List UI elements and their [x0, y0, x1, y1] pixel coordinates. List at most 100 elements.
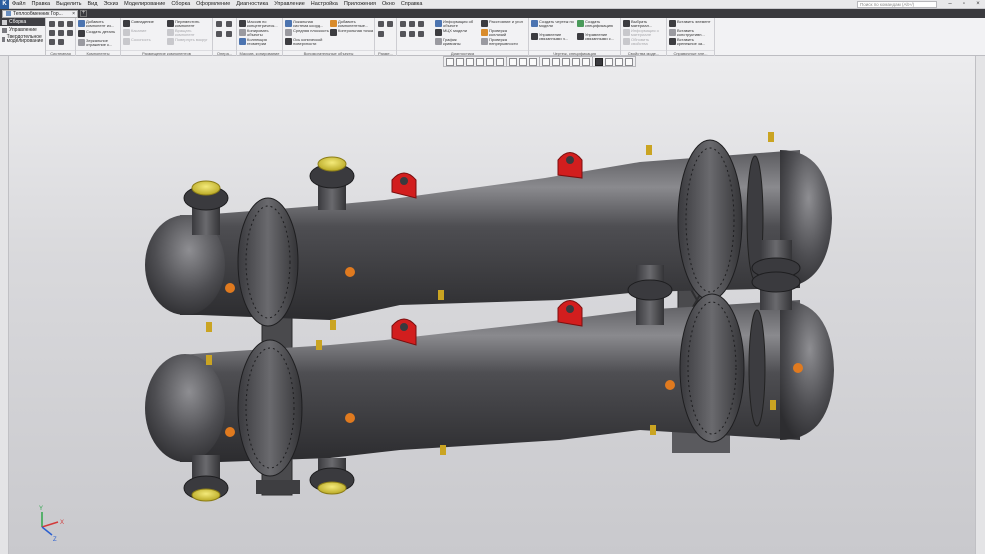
menu-apps[interactable]: Приложения [341, 0, 379, 9]
measure-icon[interactable] [418, 21, 424, 27]
new-icon[interactable] [49, 21, 55, 27]
menu-edit[interactable]: Правка [29, 0, 54, 9]
tangent-button[interactable]: Касание [123, 28, 146, 36]
button-label: Повернуть вокруг [175, 37, 208, 42]
ribbon-tab-manage[interactable]: Управление [0, 26, 45, 34]
menu-window[interactable]: Окно [379, 0, 398, 9]
ribbon-tab-list: Сборка Управление Твердотельное моделиро… [0, 18, 46, 56]
create-spec-button[interactable]: Создать спецификацию [577, 19, 621, 29]
button-label: График кривизны [443, 37, 461, 47]
left-dome[interactable] [145, 354, 225, 462]
button-label: Создать спецификацию [585, 19, 614, 29]
document-tab[interactable]: Теплообменник Гор... × [2, 9, 78, 18]
manage-linked-specs-button[interactable]: Управление связанными с... [577, 32, 621, 41]
continuity-check-button[interactable]: Проверка непрерывности [481, 37, 529, 46]
control-point-button[interactable]: Контрольная точка [330, 28, 374, 36]
menu-modeling[interactable]: Моделирование [121, 0, 168, 9]
cone-axis-button[interactable]: Ось конической поверхности [285, 37, 329, 46]
mass-properties-button[interactable]: МЦХ модели [435, 28, 467, 36]
hole-icon[interactable] [226, 21, 232, 27]
command-search-input[interactable]: Поиск по командам (Alt+/) [857, 1, 937, 8]
properties-icon[interactable] [49, 39, 55, 45]
print-icon[interactable] [67, 30, 73, 36]
create-drawing-button[interactable]: Создать чертеж по модели [531, 19, 575, 28]
measure-icon[interactable] [400, 31, 406, 37]
button-label: Контрольная точка [338, 28, 374, 33]
mirror-component-button[interactable]: Зеркальное отражение к... [78, 38, 120, 48]
menu-assembly[interactable]: Сборка [168, 0, 193, 9]
maximize-icon[interactable]: ▫ [957, 0, 971, 9]
menu-settings[interactable]: Настройка [308, 0, 341, 9]
fillet-icon[interactable] [216, 31, 222, 37]
add-component-button[interactable]: Добавить компонент из... [78, 19, 120, 28]
button-label: Средняя плоскость [293, 28, 329, 33]
minimize-icon[interactable]: – [943, 0, 957, 9]
linear-dimension-icon[interactable] [378, 21, 384, 27]
radial-dimension-icon[interactable] [378, 31, 384, 37]
ribbon-tab-solid[interactable]: Твердотельное моделирование [0, 34, 45, 44]
ribbon-tab-assembly[interactable]: Сборка [0, 18, 45, 26]
move-icon [167, 20, 174, 27]
button-label: Управление связанными ч... [539, 32, 569, 42]
coaxial-button[interactable]: Соосность [123, 37, 151, 45]
coincide-button[interactable]: Совпадение [123, 19, 154, 27]
redo-icon[interactable] [58, 30, 64, 36]
insert-fastener-button[interactable]: Вставить крепежное за... [669, 37, 711, 46]
open-icon[interactable] [58, 21, 64, 27]
tab-close-icon[interactable]: × [72, 11, 77, 17]
chamfer-icon[interactable] [226, 31, 232, 37]
insert-element-button[interactable]: Вставить элемент [669, 19, 711, 27]
update-properties-button[interactable]: Обновить свойства [623, 37, 665, 47]
measure-icon[interactable] [400, 21, 406, 27]
right-dome[interactable] [780, 300, 834, 440]
menu-file[interactable]: Файл [9, 0, 29, 9]
menu-diagnostics[interactable]: Диагностика [233, 0, 271, 9]
continuity-icon [481, 38, 488, 45]
layers-icon[interactable] [58, 39, 64, 45]
create-part-button[interactable]: Создать деталь [78, 29, 115, 37]
measure-icon[interactable] [418, 31, 424, 37]
insert-element-icon [669, 20, 676, 27]
menu-select[interactable]: Выделить [53, 0, 84, 9]
heat-exchanger-3d-model[interactable]: Y X Z [0, 56, 985, 554]
button-label: МЦХ модели [443, 28, 467, 33]
button-label: Расстояние и угол [489, 19, 523, 24]
left-flange[interactable] [237, 197, 299, 327]
button-label: Зеркальное отражение к... [86, 38, 113, 48]
add-component-icon [78, 20, 85, 27]
distance-angle-button[interactable]: Расстояние и угол [481, 19, 525, 27]
manage-linked-drawings-button[interactable]: Управление связанными ч... [531, 32, 575, 42]
undo-icon[interactable] [49, 30, 55, 36]
ribbon-tab-label: Твердотельное моделирование [6, 33, 44, 44]
curvature-graph-button[interactable]: График кривизны [435, 37, 475, 47]
measure-icon[interactable] [409, 21, 415, 27]
rotate-around-button[interactable]: Повернуть вокруг [167, 37, 211, 45]
left-flange[interactable] [237, 339, 303, 477]
right-flange[interactable] [677, 139, 743, 301]
menu-manage[interactable]: Управление [271, 0, 308, 9]
angular-dimension-icon[interactable] [387, 21, 393, 27]
menu-view[interactable]: Вид [85, 0, 101, 9]
save-icon[interactable] [67, 21, 73, 27]
menu-sketch[interactable]: Эскиз [100, 0, 121, 9]
mid-plane-button[interactable]: Средняя плоскость [285, 28, 329, 36]
new-tab-button[interactable]: + [80, 10, 87, 17]
component-items-icon [330, 20, 337, 27]
geometry-collection-button[interactable]: Коллекция геометрии [239, 37, 283, 46]
axis-label: Z [53, 537, 57, 543]
ribbon-tab-label: Сборка [9, 19, 27, 25]
measure-icon[interactable] [409, 31, 415, 37]
app-logo-icon[interactable]: K [0, 0, 9, 9]
fastener-icon [669, 38, 676, 45]
close-icon[interactable]: × [971, 0, 985, 9]
lower-shell[interactable] [145, 293, 834, 477]
upper-shell[interactable] [145, 139, 832, 327]
menu-design[interactable]: Оформление [193, 0, 233, 9]
right-flange[interactable] [679, 293, 745, 443]
button-label: Обновить свойства [631, 37, 650, 47]
window-controls: – ▫ × [943, 0, 985, 9]
extrude-icon[interactable] [216, 21, 222, 27]
ribbon: Сборка Управление Твердотельное моделиро… [0, 18, 985, 56]
model-viewport[interactable]: Y X Z [0, 56, 985, 554]
menu-help[interactable]: Справка [398, 0, 426, 9]
